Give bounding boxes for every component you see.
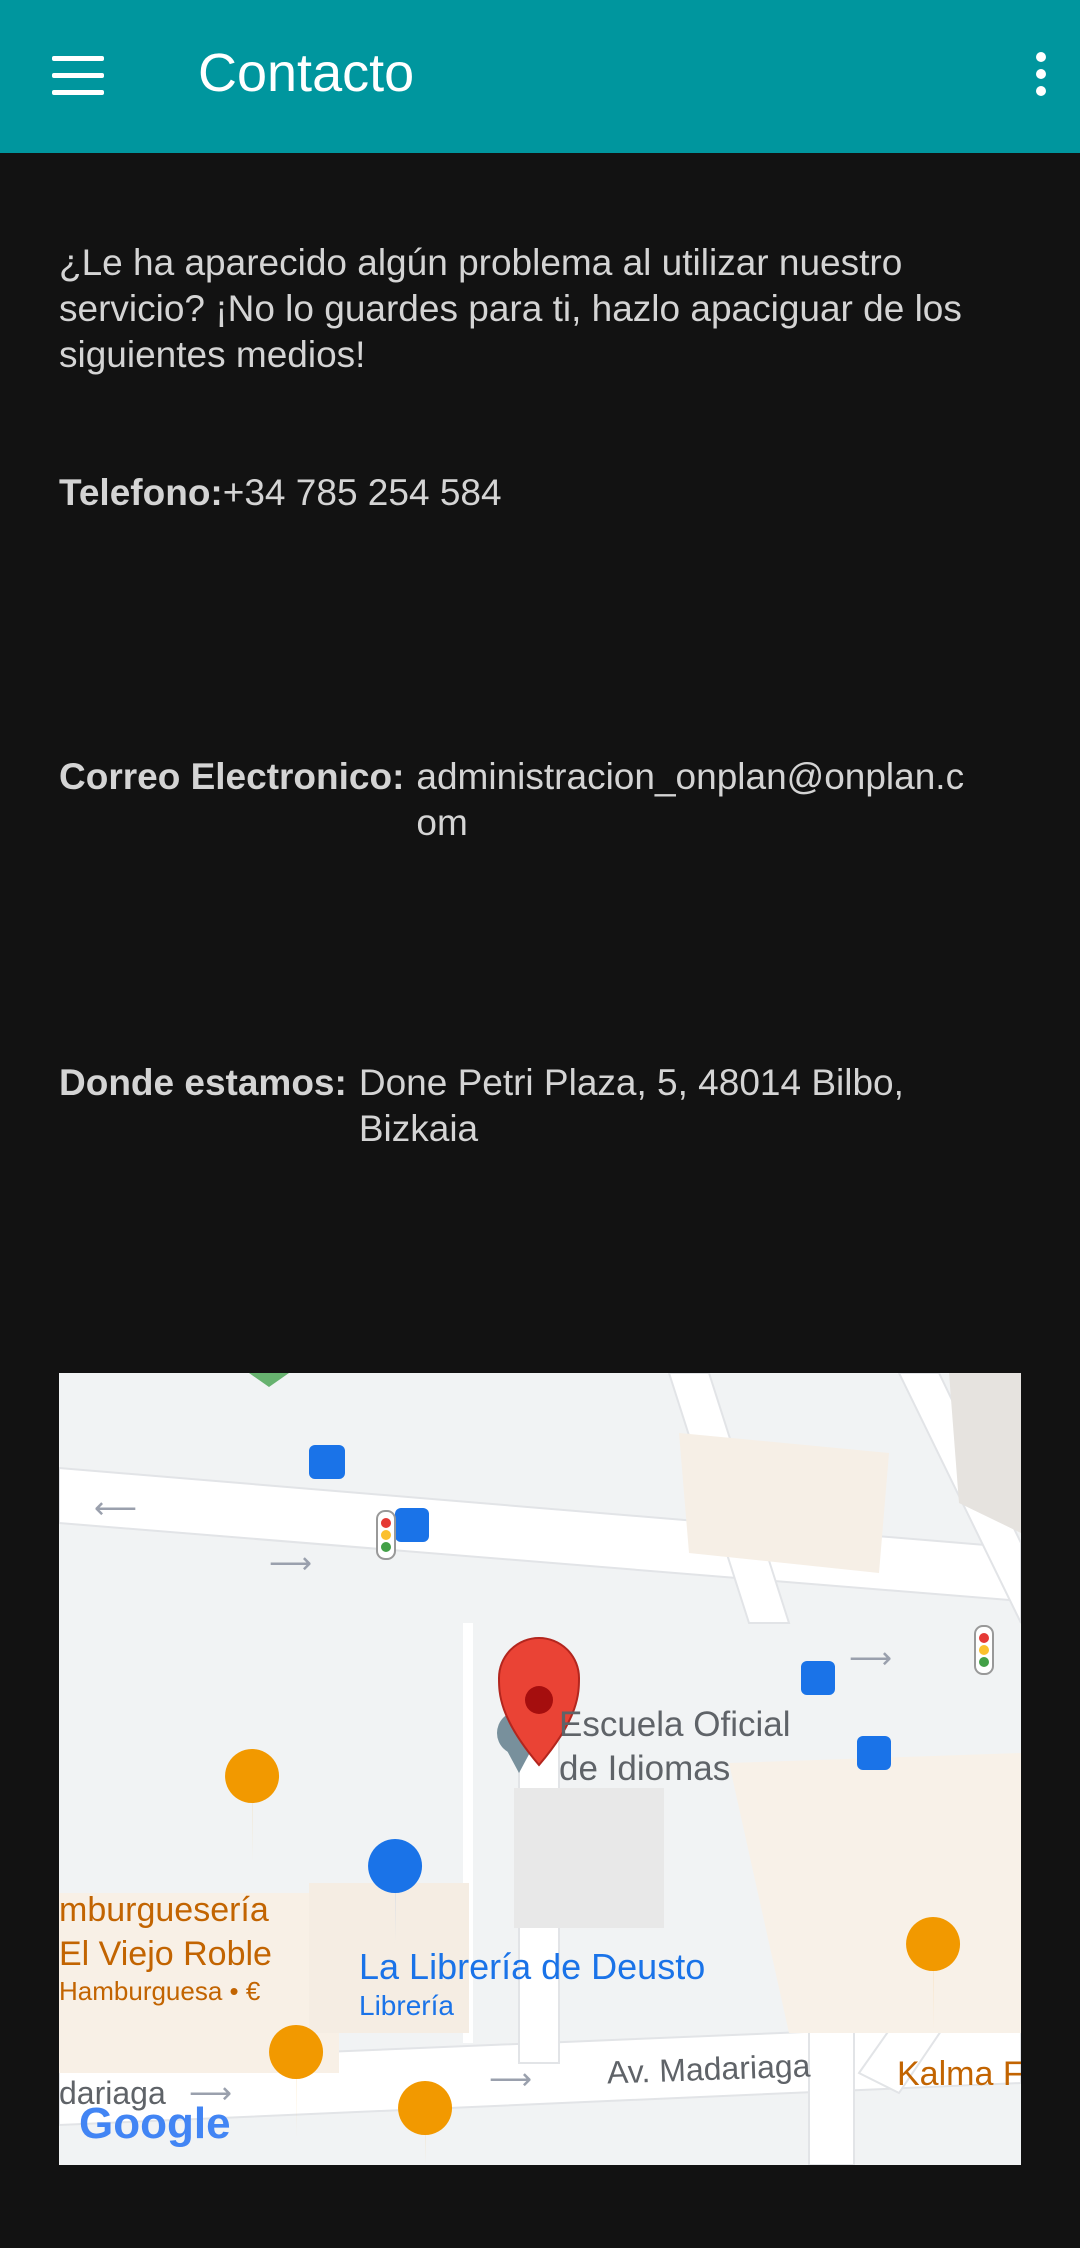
svg-text:⟶: ⟶ bbox=[489, 2063, 532, 2096]
poi-school-label[interactable]: Escuela Oficial de Idiomas bbox=[559, 1703, 790, 1791]
address-value: Done Petri Plaza, 5, 48014 Bilbo, Bizkai… bbox=[358, 1062, 904, 1149]
poi-burger-name-1: mburguesería bbox=[59, 1891, 269, 1929]
google-logo: Google bbox=[79, 2099, 231, 2148]
menu-icon[interactable] bbox=[52, 56, 104, 96]
phone-row: Telefono:+34 785 254 584 bbox=[59, 470, 502, 516]
map-view[interactable]: ⟵ ⟶ ⟶ ⟶ ⟶ Escuela Oficial de Idiomas mbu… bbox=[59, 1373, 1021, 2165]
poi-school-name-1: Escuela Oficial bbox=[559, 1705, 791, 1744]
poi-school-name-2: de Idiomas bbox=[559, 1749, 731, 1788]
app-bar: Contacto bbox=[0, 0, 1080, 153]
map-streets: ⟵ ⟶ ⟶ ⟶ ⟶ bbox=[59, 1373, 1021, 2165]
email-row: Correo Electronico: administracion_onpla… bbox=[59, 754, 976, 846]
phone-label: Telefono: bbox=[59, 472, 223, 513]
email-value[interactable]: administracion_onplan@onplan.com bbox=[416, 754, 976, 846]
address-row: Donde estamos: Done Petri Plaza, 5, 4801… bbox=[59, 1060, 959, 1152]
svg-text:⟶: ⟶ bbox=[849, 1642, 892, 1675]
poi-bookstore-label[interactable]: La Librería de Deusto Librería bbox=[359, 1945, 705, 2023]
poi-bookstore-sub: Librería bbox=[359, 1990, 454, 2021]
poi-bookstore-name: La Librería de Deusto bbox=[359, 1946, 706, 1987]
address-label: Donde estamos: bbox=[59, 1062, 347, 1103]
intro-text: ¿Le ha aparecido algún problema al utili… bbox=[59, 242, 962, 375]
email-label: Correo Electronico: bbox=[59, 756, 405, 797]
phone-value[interactable]: +34 785 254 584 bbox=[223, 472, 502, 513]
poi-burger-label[interactable]: mburguesería El Viejo Roble Hamburguesa … bbox=[59, 1888, 272, 2006]
svg-text:⟶: ⟶ bbox=[269, 1547, 312, 1580]
street-label-main: Av. Madariaga bbox=[606, 2047, 811, 2091]
poi-burger-name-2: El Viejo Roble bbox=[59, 1935, 272, 1973]
more-options-icon[interactable] bbox=[1026, 52, 1056, 100]
poi-burger-sub: Hamburguesa • € bbox=[59, 1976, 261, 2006]
svg-text:⟵: ⟵ bbox=[94, 1492, 137, 1525]
page-title: Contacto bbox=[198, 43, 415, 103]
poi-kalma-label[interactable]: Kalma F bbox=[897, 2055, 1021, 2094]
